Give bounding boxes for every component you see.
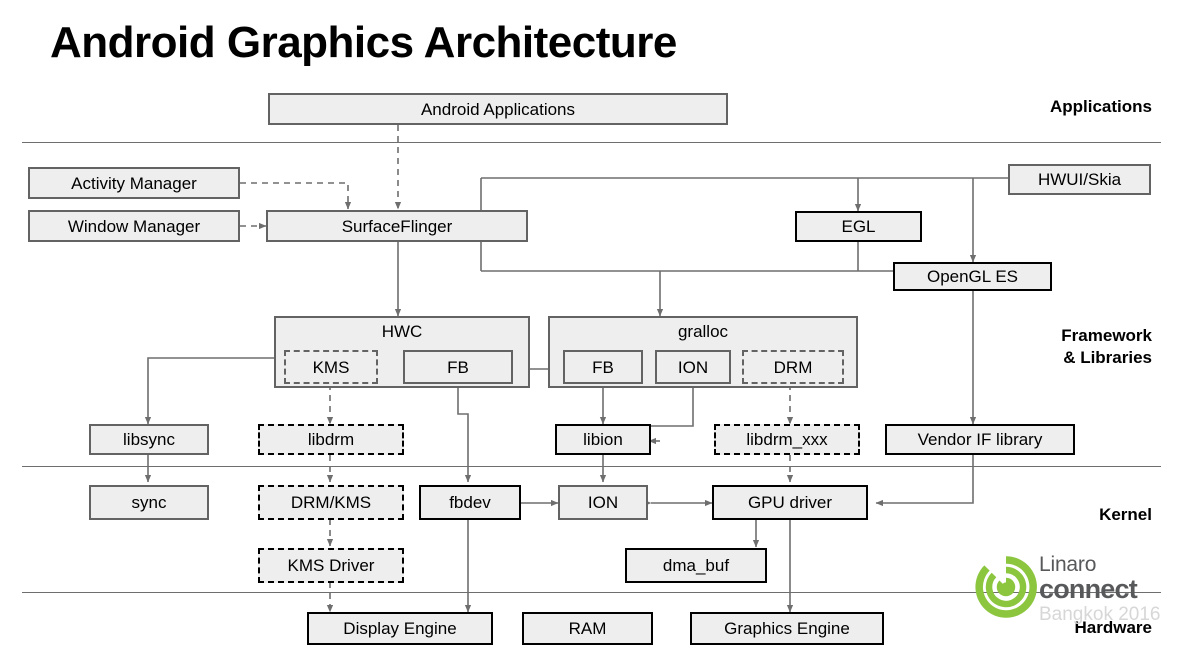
node-ram[interactable]: RAM [522, 612, 653, 645]
node-hwc-kms[interactable]: KMS [284, 350, 378, 384]
node-fbdev[interactable]: fbdev [419, 485, 521, 520]
node-activity-manager[interactable]: Activity Manager [28, 167, 240, 199]
node-dma-buf[interactable]: dma_buf [625, 548, 767, 583]
section-label-kernel: Kernel [1099, 505, 1152, 524]
node-ion[interactable]: ION [558, 485, 648, 520]
linaro-brand-text: Linaro [1039, 553, 1097, 576]
node-window-manager[interactable]: Window Manager [28, 210, 240, 242]
node-libdrm-xxx[interactable]: libdrm_xxx [714, 424, 860, 455]
linaro-logo-text: Linaro connect Bangkok 2016 [1039, 554, 1161, 624]
node-surfaceflinger[interactable]: SurfaceFlinger [266, 210, 528, 242]
page-title: Android Graphics Architecture [50, 18, 677, 67]
node-sync[interactable]: sync [89, 485, 209, 520]
linaro-city-text: Bangkok 2016 [1039, 604, 1161, 625]
node-gralloc-fb[interactable]: FB [563, 350, 643, 384]
node-android-applications[interactable]: Android Applications [268, 93, 728, 125]
node-gpu-driver[interactable]: GPU driver [712, 485, 868, 520]
node-graphics-engine[interactable]: Graphics Engine [690, 612, 884, 645]
node-opengl-es[interactable]: OpenGL ES [893, 262, 1052, 291]
divider-applications-framework [22, 142, 1161, 143]
node-hwc-fb[interactable]: FB [403, 350, 513, 384]
node-vendor-if-library[interactable]: Vendor IF library [885, 424, 1075, 455]
node-gralloc-drm[interactable]: DRM [742, 350, 844, 384]
divider-framework-kernel [22, 466, 1161, 467]
node-display-engine[interactable]: Display Engine [307, 612, 493, 645]
node-libdrm[interactable]: libdrm [258, 424, 404, 455]
node-gralloc-ion[interactable]: ION [655, 350, 731, 384]
linaro-logo-icon [975, 556, 1037, 618]
node-kms-driver[interactable]: KMS Driver [258, 548, 404, 583]
node-libsync[interactable]: libsync [89, 424, 209, 455]
linaro-connect-text: connect [1039, 574, 1138, 604]
node-drm-kms[interactable]: DRM/KMS [258, 485, 404, 520]
node-egl[interactable]: EGL [795, 211, 922, 242]
diagram-canvas: Android Graphics Architecture Applicatio… [0, 0, 1183, 661]
node-hwc-label: HWC [381, 322, 423, 341]
node-gralloc-label: gralloc [677, 322, 729, 341]
node-hwui-skia[interactable]: HWUI/Skia [1008, 164, 1151, 195]
section-label-applications: Applications [1049, 97, 1152, 116]
linaro-connect-logo: Linaro connect Bangkok 2016 [975, 552, 1175, 632]
node-libion[interactable]: libion [555, 424, 651, 455]
section-label-framework: Framework & Libraries [1061, 326, 1152, 367]
